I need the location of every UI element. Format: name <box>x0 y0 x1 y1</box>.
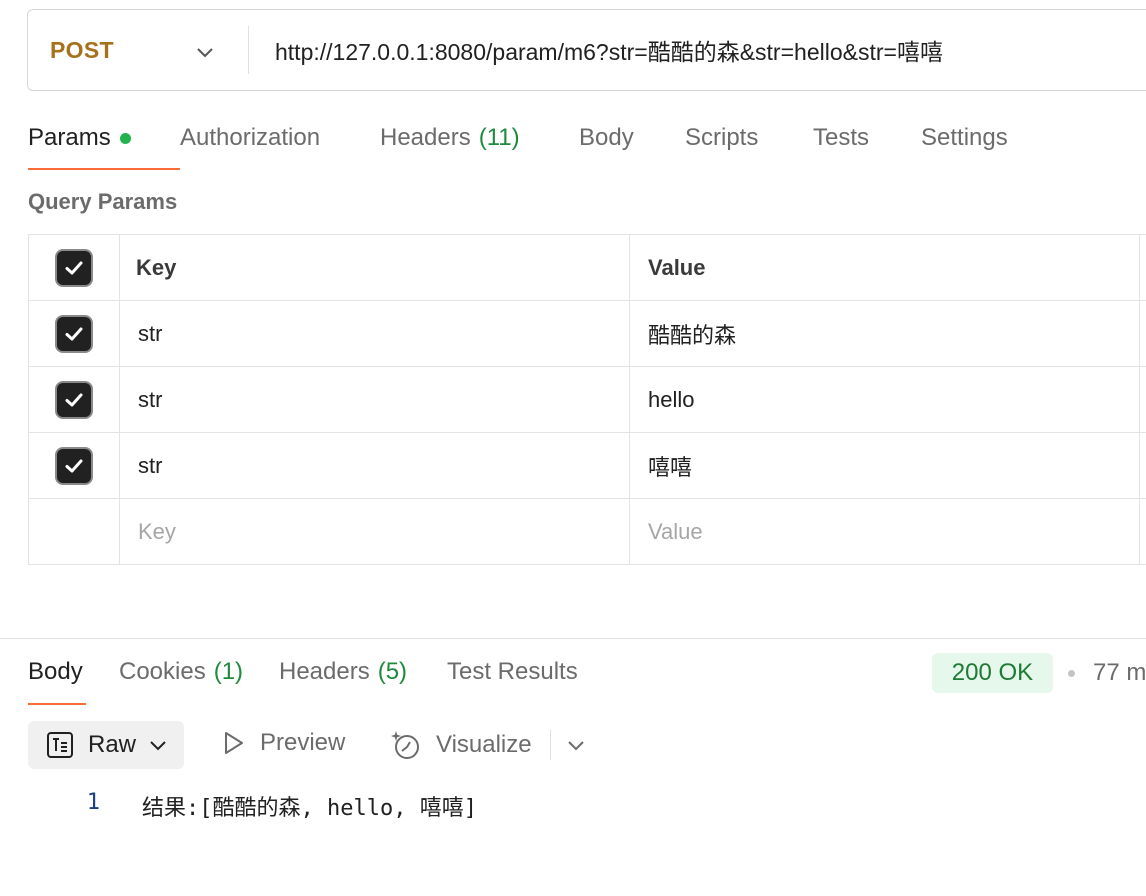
tab-label: Body <box>28 658 83 685</box>
response-body-code: 1 结果:[酷酷的森, hello, 嘻嘻] <box>0 790 477 822</box>
chevron-down-icon[interactable] <box>566 735 586 755</box>
tab-label: Headers <box>380 124 471 151</box>
tab-label: Test Results <box>447 658 578 685</box>
tab-tests[interactable]: Tests <box>813 118 921 170</box>
table-row: str 酷酷的森 <box>28 300 1146 367</box>
checkmark-icon <box>65 459 83 472</box>
tab-response-headers[interactable]: Headers (5) <box>279 653 447 705</box>
visualize-label: Visualize <box>436 731 532 758</box>
tab-body[interactable]: Body <box>579 118 685 170</box>
tab-count: (5) <box>377 658 408 685</box>
status-badge: 200 OK <box>932 653 1053 693</box>
play-icon <box>225 732 243 754</box>
request-tabs: Params Authorization Headers (11) Body S… <box>28 118 1031 170</box>
toolbar-divider <box>550 730 551 760</box>
response-divider <box>0 638 1146 639</box>
tab-count: (11) <box>478 124 520 151</box>
method-label: POST <box>50 36 114 63</box>
query-params-table: Key Value str 酷酷的森 str hello str 嘻嘻 Key … <box>28 234 1146 565</box>
tab-scripts[interactable]: Scripts <box>685 118 813 170</box>
value-column-header: Value <box>629 234 1140 301</box>
param-checkbox[interactable] <box>57 316 91 351</box>
preview-button[interactable]: Preview <box>220 729 345 757</box>
param-key[interactable]: str <box>119 366 630 433</box>
response-time: 77 m <box>1093 659 1146 686</box>
param-value[interactable]: 嘻嘻 <box>629 432 1140 499</box>
tab-test-results[interactable]: Test Results <box>447 653 597 705</box>
visualize-button[interactable]: Visualize <box>390 729 532 761</box>
text-format-icon <box>47 732 73 758</box>
code-line: 结果:[酷酷的森, hello, 嘻嘻] <box>142 796 477 821</box>
tab-response-body[interactable]: Body <box>28 653 86 705</box>
tab-params[interactable]: Params <box>28 118 180 170</box>
select-all-checkbox[interactable] <box>57 250 91 285</box>
checkmark-icon <box>65 327 83 340</box>
tab-settings[interactable]: Settings <box>921 118 1031 170</box>
tab-label: Headers <box>279 658 370 685</box>
tab-label: Authorization <box>180 124 321 151</box>
param-checkbox[interactable] <box>57 382 91 417</box>
table-row: str 嘻嘻 <box>28 432 1146 499</box>
tab-cookies[interactable]: Cookies (1) <box>119 653 279 705</box>
preview-label: Preview <box>260 729 346 756</box>
tab-label: Cookies <box>119 658 206 685</box>
key-column-header: Key <box>119 234 630 301</box>
table-row: str hello <box>28 366 1146 433</box>
params-active-dot-icon <box>119 133 131 144</box>
checkmark-icon <box>65 393 83 406</box>
raw-label: Raw <box>88 731 137 758</box>
new-value-input[interactable]: Value <box>629 498 1140 565</box>
checkmark-icon <box>65 261 83 274</box>
param-value[interactable]: hello <box>629 366 1140 433</box>
param-value[interactable]: 酷酷的森 <box>629 300 1140 367</box>
chevron-down-icon <box>197 48 213 58</box>
request-bar: POST http://127.0.0.1:8080/param/m6?str=… <box>27 9 1146 91</box>
url-input[interactable]: http://127.0.0.1:8080/param/m6?str=酷酷的森&… <box>249 33 943 67</box>
tab-label: Settings <box>921 124 1008 151</box>
raw-view-button[interactable]: Raw <box>28 721 184 769</box>
param-key[interactable]: str <box>119 432 630 499</box>
tab-authorization[interactable]: Authorization <box>180 118 380 170</box>
separator-dot <box>1068 670 1075 677</box>
line-number: 1 <box>86 790 100 815</box>
query-params-title: Query Params <box>28 189 178 214</box>
tab-headers[interactable]: Headers (11) <box>380 118 579 170</box>
tab-count: (1) <box>213 658 244 685</box>
param-key[interactable]: str <box>119 300 630 367</box>
param-checkbox[interactable] <box>57 448 91 483</box>
chevron-down-icon <box>150 741 166 751</box>
table-header-row: Key Value <box>28 234 1146 301</box>
method-select[interactable]: POST <box>28 10 248 90</box>
tab-label: Body <box>579 124 634 151</box>
visualize-sparkle-icon <box>391 731 419 759</box>
table-row-new: Key Value <box>28 498 1146 565</box>
new-key-input[interactable]: Key <box>119 498 630 565</box>
tab-label: Tests <box>813 124 870 151</box>
tab-label: Params <box>28 124 111 151</box>
response-tabs: Body Cookies (1) Headers (5) Test Result… <box>28 653 597 705</box>
tab-label: Scripts <box>685 124 759 151</box>
